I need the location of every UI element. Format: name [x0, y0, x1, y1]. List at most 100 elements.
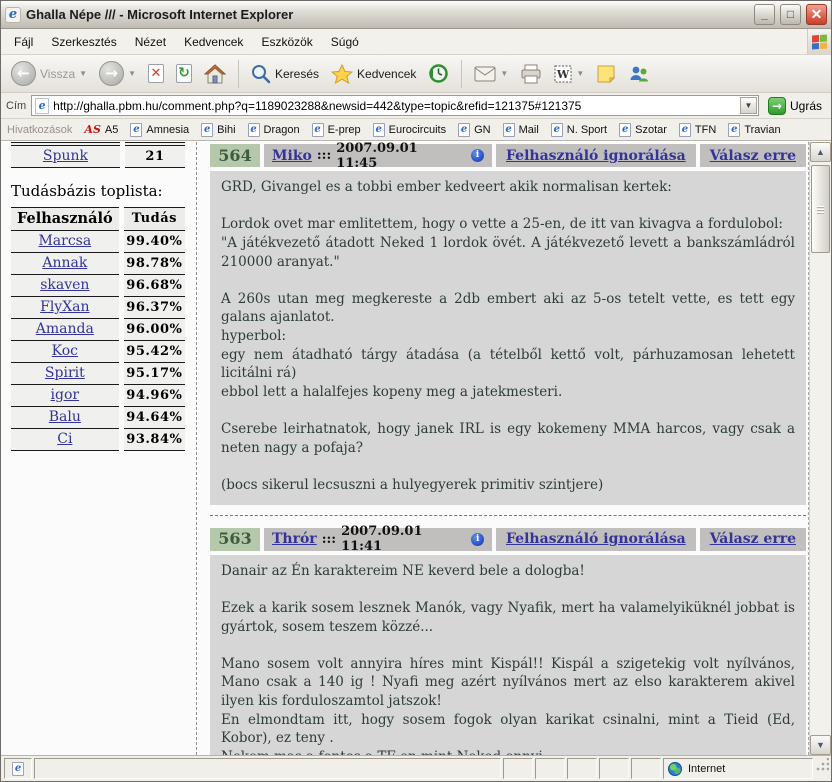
ignore-user-link[interactable]: Felhasználó ignorálása: [506, 531, 686, 547]
link-gn[interactable]: eGN: [458, 123, 491, 137]
scrollbar-thumb[interactable]: [811, 165, 830, 253]
favorites-button[interactable]: Kedvencek: [327, 62, 420, 86]
word-edit-icon: W: [554, 65, 572, 83]
user-link-spunk[interactable]: Spunk: [43, 148, 88, 164]
link-szotar[interactable]: eSzotar: [619, 123, 667, 137]
menu-edit[interactable]: Szerkesztés: [42, 31, 125, 53]
ie-page-icon: e: [12, 762, 24, 776]
toolbar-separator: [461, 60, 462, 88]
home-icon: [204, 64, 226, 84]
history-button[interactable]: [424, 61, 453, 86]
title-bar[interactable]: e Ghalla Népe /// - Microsoft Internet E…: [1, 1, 831, 29]
address-dropdown-icon[interactable]: ▼: [740, 97, 757, 114]
knowledge-value: 94.64%: [124, 407, 185, 429]
user-link[interactable]: Koc: [52, 343, 78, 359]
forward-button[interactable]: → ▼: [95, 59, 140, 88]
link-mail[interactable]: eMail: [503, 123, 539, 137]
user-link[interactable]: Annak: [42, 255, 87, 271]
post-author-link[interactable]: Thrór: [272, 531, 317, 547]
menu-favorites[interactable]: Kedvencek: [175, 31, 252, 53]
maximize-button[interactable]: □: [780, 4, 801, 25]
link-eurocircuits[interactable]: eEurocircuits: [373, 123, 446, 137]
forward-arrow-icon: →: [99, 61, 124, 86]
table-row: Spirit 95.17%: [11, 363, 185, 385]
table-row: Spunk 21: [11, 146, 185, 168]
menu-file[interactable]: Fájl: [5, 31, 42, 53]
refresh-button[interactable]: ↻: [172, 62, 196, 85]
forward-dropdown-icon[interactable]: ▼: [128, 69, 136, 78]
knowledge-value: 96.00%: [124, 319, 185, 341]
vertical-scrollbar[interactable]: ▲ ▼: [809, 142, 831, 755]
link-a5[interactable]: ASA5: [84, 123, 118, 137]
menu-bar: Fájl Szerkesztés Nézet Kedvencek Eszközö…: [1, 29, 831, 55]
link-nsport[interactable]: eN. Sport: [551, 123, 607, 137]
browser-window: e Ghalla Népe /// - Microsoft Internet E…: [0, 0, 832, 782]
menu-view[interactable]: Nézet: [126, 31, 175, 53]
status-panel: [599, 758, 629, 779]
reply-link[interactable]: Válasz erre: [710, 148, 796, 164]
home-button[interactable]: [200, 62, 230, 86]
window-title: Ghalla Népe /// - Microsoft Internet Exp…: [26, 7, 749, 22]
favorites-label: Kedvencek: [357, 67, 416, 81]
user-link[interactable]: Balu: [49, 409, 81, 425]
toolbar-separator: [238, 60, 239, 88]
ie-page-icon: e: [248, 123, 260, 137]
post-meta: Thrór ::: 2007.09.01 11:41 i: [264, 528, 492, 551]
post-meta-separator: :::: [317, 148, 331, 163]
navigation-toolbar: ← Vissza ▼ → ▼ ✕ ↻ Keresés: [1, 55, 831, 93]
scrollbar-track[interactable]: [810, 162, 831, 735]
discuss-button[interactable]: [592, 62, 620, 86]
menu-tools[interactable]: Eszközök: [252, 31, 321, 53]
scroll-up-icon[interactable]: ▲: [810, 142, 831, 162]
link-bihi[interactable]: eBihi: [201, 123, 235, 137]
post-meta-separator: :::: [322, 532, 336, 547]
info-icon[interactable]: i: [471, 149, 484, 162]
link-travian[interactable]: eTravian: [728, 123, 780, 137]
edit-dropdown-icon[interactable]: ▼: [576, 69, 584, 78]
a5-icon: AS: [84, 123, 100, 137]
address-input[interactable]: e http://ghalla.pbm.hu/comment.php?q=118…: [31, 95, 759, 116]
user-link[interactable]: Marcsa: [38, 233, 91, 249]
ie-page-icon: e: [619, 123, 631, 137]
mail-dropdown-icon[interactable]: ▼: [500, 69, 508, 78]
link-tfn[interactable]: eTFN: [679, 123, 716, 137]
close-button[interactable]: ✕: [806, 4, 827, 25]
stop-button[interactable]: ✕: [144, 62, 168, 85]
user-link[interactable]: skaven: [40, 277, 89, 293]
back-button[interactable]: ← Vissza ▼: [7, 59, 91, 88]
info-icon[interactable]: i: [471, 533, 484, 546]
go-arrow-icon: →: [768, 97, 786, 115]
link-dragon[interactable]: eDragon: [248, 123, 300, 137]
user-link[interactable]: Spirit: [45, 365, 85, 381]
user-link[interactable]: FlyXan: [40, 299, 89, 315]
mail-icon: [474, 66, 496, 82]
search-button[interactable]: Keresés: [247, 62, 323, 86]
ignore-user-link[interactable]: Felhasználó ignorálása: [506, 148, 686, 164]
knowledge-value: 95.42%: [124, 341, 185, 363]
messenger-button[interactable]: [624, 62, 654, 86]
table-row: FlyXan 96.37%: [11, 297, 185, 319]
resize-grip[interactable]: [815, 758, 829, 779]
link-amnesia[interactable]: eAmnesia: [130, 123, 189, 137]
back-dropdown-icon[interactable]: ▼: [79, 69, 87, 78]
knowledge-value: 94.96%: [124, 385, 185, 407]
user-link[interactable]: Ci: [57, 431, 72, 447]
scroll-down-icon[interactable]: ▼: [810, 735, 831, 755]
user-link[interactable]: Amanda: [36, 321, 94, 337]
edit-with-word-button[interactable]: W ▼: [550, 63, 588, 85]
go-button[interactable]: → Ugrás: [764, 96, 826, 116]
status-panel: [567, 758, 597, 779]
print-button[interactable]: [516, 62, 546, 86]
menu-help[interactable]: Súgó: [322, 31, 368, 53]
mail-button[interactable]: ▼: [470, 64, 512, 84]
minimize-button[interactable]: _: [754, 4, 775, 25]
ignore-user-cell: Felhasználó ignorálása: [496, 528, 696, 551]
post-author-link[interactable]: Miko: [272, 148, 312, 164]
link-eprep[interactable]: eE-prep: [312, 123, 361, 137]
toplist-table: Felhasználó Tudás Marcsa 99.40% Annak 98…: [6, 207, 190, 451]
user-link[interactable]: igor: [51, 387, 80, 403]
sidebar: Spunk 21 Tudásbázis toplista: Felhasznál…: [1, 142, 197, 755]
address-url[interactable]: http://ghalla.pbm.hu/comment.php?q=11890…: [53, 99, 740, 113]
post-datetime: 2007.09.01 11:41: [341, 524, 463, 554]
reply-link[interactable]: Válasz erre: [710, 531, 796, 547]
